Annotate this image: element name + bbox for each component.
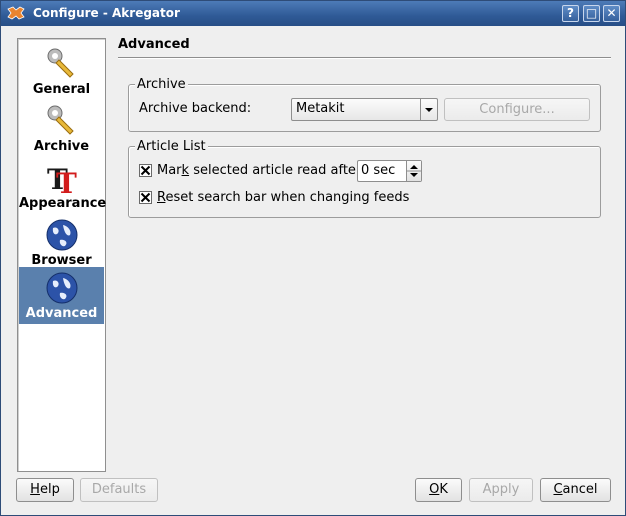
sidebar-item-general[interactable]: General: [19, 43, 104, 100]
defaults-button[interactable]: Defaults: [80, 478, 158, 502]
archive-backend-value: Metakit: [296, 101, 345, 116]
wrench-icon: [47, 105, 74, 135]
archive-backend-label: Archive backend:: [139, 101, 252, 116]
page-list: General Archive T T Appearance Browser A…: [17, 38, 106, 472]
archive-group-legend: Archive: [135, 77, 188, 92]
title-divider: [118, 57, 611, 59]
title-bar[interactable]: Configure - Akregator ? □ ✕: [1, 1, 625, 26]
sidebar-item-archive[interactable]: Archive: [19, 100, 104, 157]
sidebar-item-label: Advanced: [25, 306, 98, 321]
window-title: Configure - Akregator: [33, 6, 180, 20]
sidebar-item-appearance[interactable]: T T Appearance: [19, 157, 107, 214]
reset-search-label[interactable]: Reset search bar when changing feeds: [157, 190, 409, 205]
help-title-button[interactable]: ?: [562, 5, 579, 22]
help-button[interactable]: Help: [16, 478, 74, 502]
globe-icon: [46, 219, 78, 251]
font-icon: T T: [47, 163, 77, 195]
configure-dialog: Configure - Akregator ? □ ✕ General Arch…: [0, 0, 626, 516]
apply-button[interactable]: Apply: [469, 478, 533, 502]
article-list-groupbox: [128, 146, 601, 218]
reset-search-checkbox[interactable]: [139, 191, 152, 204]
wrench-icon: [47, 48, 74, 78]
chevron-down-icon[interactable]: [420, 99, 437, 120]
configure-backend-button[interactable]: Configure...: [444, 98, 590, 121]
article-list-group-legend: Article List: [135, 139, 208, 154]
close-button[interactable]: ✕: [603, 5, 620, 22]
mark-read-delay-value: 0 sec: [361, 163, 396, 178]
sidebar-item-label: Browser: [31, 253, 92, 268]
cancel-button[interactable]: Cancel: [540, 478, 611, 502]
sidebar-item-label: General: [32, 82, 91, 97]
globe-icon: [46, 272, 78, 304]
mark-read-delay-spinbox[interactable]: 0 sec: [357, 160, 422, 182]
archive-backend-select[interactable]: Metakit: [291, 98, 438, 121]
akregator-app-icon[interactable]: [7, 6, 25, 20]
sidebar-item-browser[interactable]: Browser: [19, 214, 104, 271]
ok-button[interactable]: OK: [415, 478, 462, 502]
check-icon: [140, 192, 151, 203]
spin-arrows[interactable]: [406, 161, 421, 181]
svg-text:T: T: [56, 167, 77, 195]
sidebar-item-label: Archive: [33, 139, 90, 154]
sidebar-item-label: Appearance: [19, 196, 107, 211]
mark-read-label[interactable]: Mark selected article read after: [157, 163, 361, 178]
sidebar-item-advanced[interactable]: Advanced: [19, 267, 104, 324]
mark-read-checkbox[interactable]: [139, 164, 152, 177]
check-icon: [140, 165, 151, 176]
spin-updown-icon: [407, 165, 421, 177]
maximize-button[interactable]: □: [583, 5, 600, 22]
page-title: Advanced: [118, 37, 190, 52]
